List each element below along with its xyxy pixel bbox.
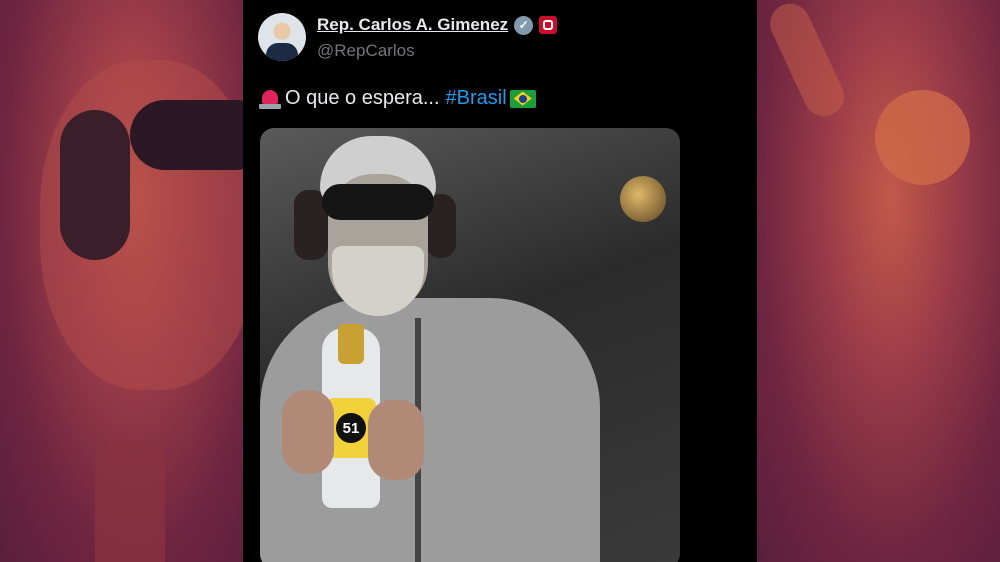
photo-hand-left bbox=[282, 390, 334, 474]
tweet-photo[interactable]: 51 bbox=[260, 128, 680, 562]
background-stripe-shape bbox=[763, 0, 851, 123]
background-headphone-shape bbox=[60, 110, 130, 260]
photo-bottle-neck bbox=[338, 324, 364, 364]
tweet-text: O que o espera... #Brasil bbox=[259, 87, 536, 110]
background-right-panel bbox=[757, 0, 1000, 562]
tweet-body-text: O que o espera... bbox=[285, 87, 440, 109]
photo-hand-right bbox=[368, 400, 424, 480]
photo-sleep-mask bbox=[322, 184, 434, 220]
background-mask-shape bbox=[130, 100, 243, 170]
siren-emoji-icon bbox=[259, 88, 281, 110]
background-bottle-shape bbox=[95, 440, 165, 562]
author-display-name[interactable]: Rep. Carlos A. Gimenez bbox=[317, 15, 508, 35]
author-name-row: Rep. Carlos A. Gimenez ✓ bbox=[317, 15, 558, 35]
government-affiliation-icon[interactable] bbox=[539, 16, 558, 34]
verified-badge-icon[interactable]: ✓ bbox=[514, 15, 534, 35]
background-left-panel bbox=[0, 0, 243, 562]
author-handle[interactable]: @RepCarlos bbox=[317, 41, 415, 61]
hashtag-link[interactable]: #Brasil bbox=[446, 87, 507, 110]
tweet-card: Rep. Carlos A. Gimenez ✓ @RepCarlos O qu… bbox=[243, 0, 757, 562]
background-globe-shape bbox=[875, 90, 970, 185]
photo-bottle-label-number: 51 bbox=[336, 413, 366, 443]
photo-globe-shape bbox=[620, 176, 666, 222]
avatar-suit bbox=[266, 43, 298, 61]
brazil-flag-emoji-icon bbox=[509, 89, 536, 108]
avatar[interactable] bbox=[258, 13, 306, 61]
